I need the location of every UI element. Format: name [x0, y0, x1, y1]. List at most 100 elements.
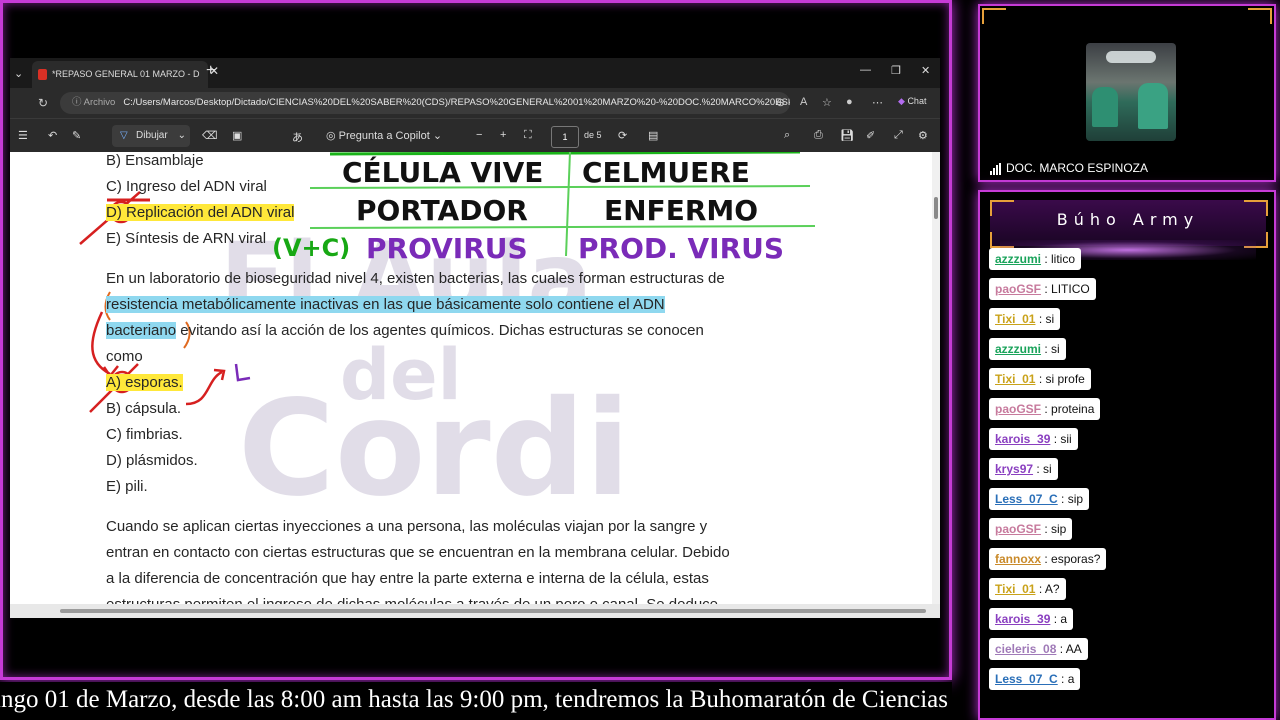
chat-message: paoGSF : proteina [989, 398, 1101, 420]
chat-username[interactable]: azzzumi [995, 252, 1041, 266]
profile-avatar[interactable]: ● [846, 96, 853, 108]
option-c-ingreso: C) Ingreso del ADN viral [106, 178, 267, 195]
favorite-star-icon[interactable]: ☆ [822, 96, 832, 109]
chat-username[interactable]: krys97 [995, 462, 1033, 476]
close-window-button[interactable]: ✕ [921, 64, 930, 77]
zoom-out-icon[interactable]: − [476, 129, 482, 141]
chevron-down-icon: ⌄ [177, 130, 186, 141]
text-box-icon[interactable]: ▣ [232, 129, 242, 142]
handwriting-cell-lives: CÉLULA VIVE [342, 156, 544, 189]
chat-text: : litico [1041, 252, 1076, 266]
scrollbar-thumb[interactable] [934, 197, 938, 219]
translate-icon[interactable]: あ [292, 129, 303, 145]
chat-username[interactable]: paoGSF [995, 282, 1041, 296]
question-text: En un laboratorio de bioseguridad nivel … [106, 270, 725, 287]
tab-pdf[interactable]: *REPASO GENERAL 01 MARZO - D [32, 61, 208, 88]
rotate-icon[interactable]: ⟳ [618, 129, 627, 142]
handwriting-prod-virus: PROD. VIRUS [578, 232, 785, 265]
frame-corner [982, 8, 1006, 24]
pen-icon: ▽ [120, 130, 128, 141]
chat-text: : A? [1035, 582, 1060, 596]
print-icon[interactable]: ⎙ [814, 129, 823, 142]
copilot-chat-button[interactable]: ◆ Chat [898, 96, 926, 107]
option-e-pili: E) pili. [106, 478, 148, 495]
chat-username[interactable]: azzzumi [995, 342, 1041, 356]
handwriting-vtc: (V+C) [272, 234, 351, 262]
zoom-icon[interactable]: ⊕ [776, 96, 785, 109]
page-view-icon[interactable]: ▤ [648, 129, 658, 142]
chat-username[interactable]: Tixi_01 [995, 312, 1035, 326]
settings-gear-icon[interactable]: ⚙ [918, 129, 928, 142]
url-chip-label: Archivo [83, 97, 116, 108]
minimize-button[interactable]: — [860, 64, 871, 76]
contents-icon[interactable]: ☰ [18, 129, 28, 142]
chat-message: Tixi_01 : si profe [989, 368, 1091, 390]
address-bar[interactable]: ⓘ Archivo C:/Users/Marcos/Desktop/Dictado… [60, 92, 790, 114]
highlighted-phrase: resistencia metabólicamente inactivas en… [106, 296, 665, 313]
signal-bars-icon [990, 161, 1002, 175]
highlighted-answer: A) esporas. [106, 374, 183, 391]
handwriting-sick: ENFERMO [604, 194, 759, 227]
chat-text: : a [1057, 672, 1075, 686]
zoom-in-icon[interactable]: + [500, 129, 506, 141]
option-d-plasmidos: D) plásmidos. [106, 452, 198, 469]
save-as-icon[interactable]: ✐ [866, 129, 875, 142]
chat-username[interactable]: cieleris_08 [995, 642, 1056, 656]
url-text: C:/Users/Marcos/Desktop/Dictado/CIENCIAS… [123, 97, 790, 108]
chat-message: karois_39 : a [989, 608, 1074, 630]
chat-label: Chat [907, 96, 927, 106]
address-bar-row: ↻ ⓘ Archivo C:/Users/Marcos/Desktop/Dicta… [10, 88, 940, 118]
reload-icon[interactable]: ↻ [38, 96, 48, 110]
more-icon[interactable]: ⋯ [872, 96, 883, 109]
option-d-replicacion: D) Replicación del ADN viral [106, 204, 295, 221]
tab-title: *REPASO GENERAL 01 MARZO - D [52, 69, 200, 79]
chat-username[interactable]: paoGSF [995, 522, 1041, 536]
scrollbar-thumb[interactable] [60, 609, 926, 613]
chat-message: Tixi_01 : A? [989, 578, 1066, 600]
question-text: resistencia metabólicamente inactivas en… [106, 296, 665, 313]
undo-icon[interactable]: ↶ [48, 129, 57, 142]
chat-username[interactable]: Tixi_01 [995, 372, 1035, 386]
chat-text: : AA [1056, 642, 1082, 656]
chat-username[interactable]: Less_07_C [995, 672, 1058, 686]
option-b-capsula: B) cápsula. [106, 400, 182, 417]
question-text: como [106, 348, 143, 365]
chat-username[interactable]: Tixi_01 [995, 582, 1035, 596]
chat-username[interactable]: karois_39 [995, 432, 1050, 446]
page-number-input[interactable]: 1 [551, 126, 579, 148]
draw-label: Dibujar [136, 130, 168, 141]
fullscreen-icon[interactable]: ⤢ [894, 129, 903, 142]
file-info-icon[interactable]: ⓘ Archivo [72, 97, 115, 108]
chat-username[interactable]: Less_07_C [995, 492, 1058, 506]
save-icon[interactable]: 💾︎ [840, 129, 854, 142]
fit-page-icon[interactable]: ⛶ [524, 129, 532, 142]
tab-list-icon[interactable]: ⌄ [14, 67, 23, 80]
chat-text: : si [1033, 462, 1052, 476]
new-tab-button[interactable]: + [206, 62, 215, 80]
restore-button[interactable]: ❐ [891, 64, 901, 77]
option-b-ensamblaje: B) Ensamblaje [106, 152, 204, 169]
highlight-icon[interactable]: ✎ [72, 129, 81, 142]
chat-username[interactable]: karois_39 [995, 612, 1050, 626]
pdf-toolbar: ☰ ↶ ✎ ▽ Dibujar ⌄ ⌫ ▣ あ ◎ Pregunta a Cop… [10, 118, 940, 153]
search-icon[interactable]: ⌕ [784, 129, 790, 142]
highlighted-phrase: bacteriano [106, 322, 177, 339]
read-aloud-icon[interactable]: A [800, 96, 807, 108]
frame-corner [1244, 200, 1268, 216]
next-question-text: entran en contacto con ciertas estructur… [106, 544, 730, 561]
draw-button[interactable]: ▽ Dibujar ⌄ [112, 125, 190, 147]
webcam-frame: DOC. MARCO ESPINOZA [978, 4, 1276, 182]
chat-text: : sii [1050, 432, 1072, 446]
copilot-icon: ◆ [898, 96, 905, 106]
vertical-scrollbar[interactable] [932, 152, 940, 604]
chat-text: : LITICO [1041, 282, 1090, 296]
chat-username[interactable]: fannoxx [995, 552, 1041, 566]
handwriting-provirus: PROVIRUS [366, 232, 528, 265]
horizontal-scrollbar[interactable] [10, 604, 940, 618]
question-text: bacteriano evitando así la acción de los… [106, 322, 704, 339]
frame-corner [1248, 8, 1272, 24]
eraser-icon[interactable]: ⌫ [202, 129, 218, 142]
copilot-ask-button[interactable]: ◎ Pregunta a Copilot ⌄ [326, 129, 442, 142]
ticker-text: mingo 01 de Marzo, desde las 8:00 am has… [0, 686, 948, 713]
chat-username[interactable]: paoGSF [995, 402, 1041, 416]
